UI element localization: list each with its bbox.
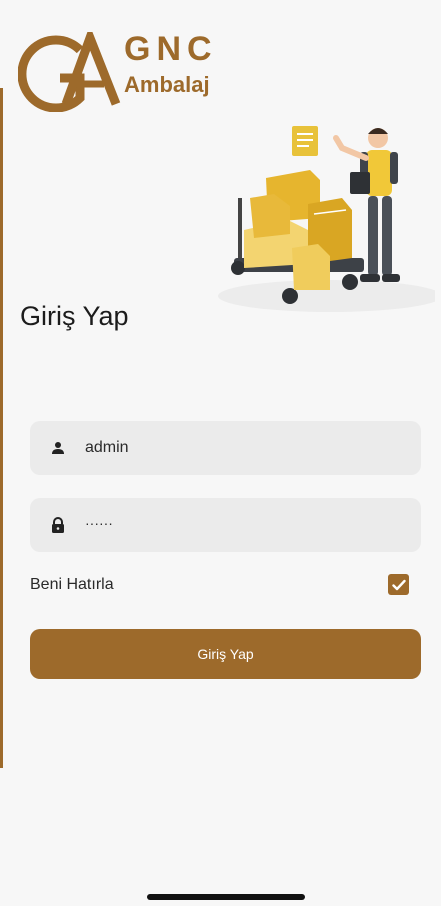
remember-me-label: Beni Hatırla — [30, 576, 114, 593]
login-button[interactable]: Giriş Yap — [30, 629, 421, 679]
remember-me-checkbox[interactable] — [388, 574, 409, 595]
delivery-illustration-icon — [218, 126, 435, 312]
password-value[interactable]: ······ — [85, 515, 113, 531]
username-field[interactable]: admin — [30, 421, 421, 475]
brand-logo: GNC Ambalaj — [18, 32, 248, 112]
username-value[interactable]: admin — [85, 439, 129, 457]
password-field[interactable]: ······ — [30, 498, 421, 552]
gnc-logo-mark-icon — [18, 32, 121, 112]
check-icon — [391, 579, 406, 590]
lock-icon — [49, 516, 67, 534]
person-icon — [49, 439, 67, 457]
brand-name: GNC — [124, 30, 218, 68]
home-indicator[interactable] — [147, 894, 305, 900]
page-title: Giriş Yap — [20, 301, 129, 331]
left-accent-rule — [0, 88, 3, 768]
brand-subtitle: Ambalaj — [124, 72, 210, 97]
